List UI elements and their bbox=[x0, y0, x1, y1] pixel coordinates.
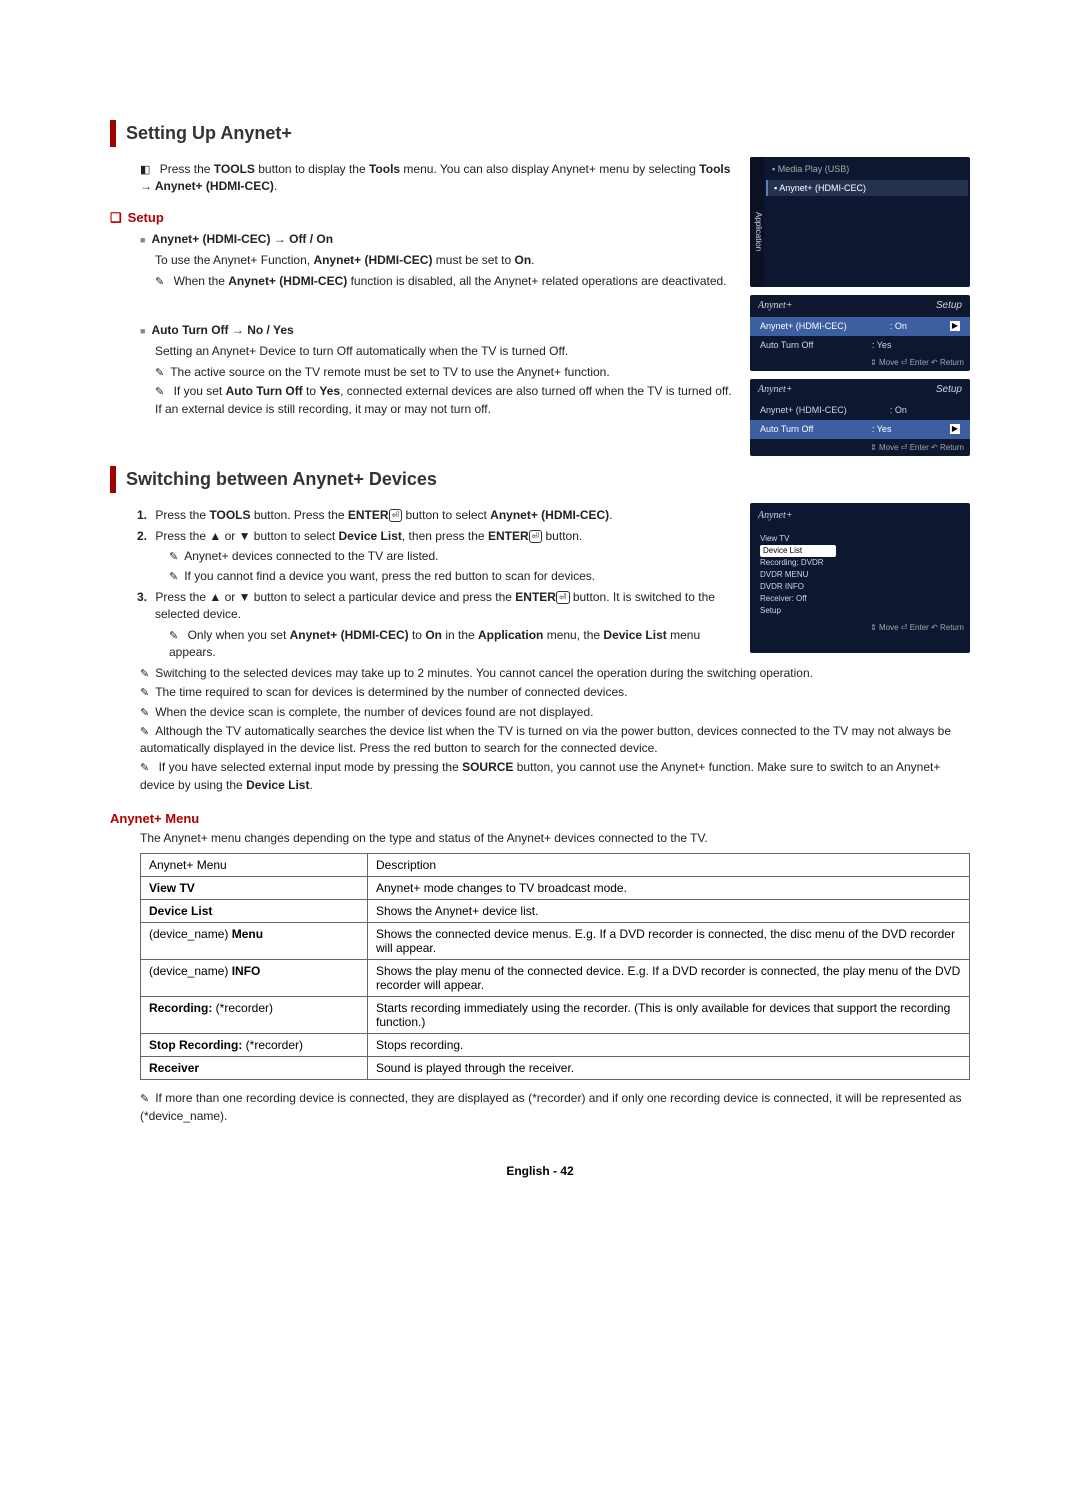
enter-icon: ⏎ bbox=[389, 509, 403, 522]
osd-setup-ato: Anynet+Setup Anynet+ (HDMI-CEC): On Auto… bbox=[750, 379, 970, 455]
osd-logo-2: Anynet+ bbox=[758, 383, 793, 397]
osd-application-menu: Application ▪ Media Play (USB) ▪ Anynet+… bbox=[750, 157, 970, 287]
anynet-menu-heading: Anynet+ Menu bbox=[110, 811, 970, 826]
table-cell-desc: Anynet+ mode changes to TV broadcast mod… bbox=[368, 877, 970, 900]
osd-dev-item: Setup bbox=[760, 605, 960, 617]
anynet-menu-footnote: If more than one recording device is con… bbox=[110, 1090, 970, 1124]
item-auto-off-note1: The active source on the TV remote must … bbox=[110, 364, 740, 381]
osd-dev-item: DVDR MENU bbox=[760, 569, 960, 581]
step-3: 3. Press the ▲ or ▼ button to select a p… bbox=[155, 589, 740, 623]
table-cell-menu: (device_name) Menu bbox=[141, 923, 368, 960]
table-cell-menu: (device_name) INFO bbox=[141, 960, 368, 997]
osd-anynet-row: ▪ Anynet+ (HDMI-CEC) bbox=[766, 180, 968, 197]
osd-row-cec-hl: Anynet+ (HDMI-CEC): On▶ bbox=[750, 317, 970, 336]
osd-row-ato: Auto Turn Off: Yes bbox=[750, 336, 970, 355]
osd-row-cec: Anynet+ (HDMI-CEC): On bbox=[750, 401, 970, 420]
switch-note-d: Although the TV automatically searches t… bbox=[110, 723, 970, 757]
item-cec-heading: Anynet+ (HDMI-CEC) → Off / On bbox=[110, 231, 740, 248]
osd-footer-nav-2: ⇕ Move ⏎ Enter ↶ Return bbox=[750, 439, 970, 456]
th-desc: Description bbox=[368, 854, 970, 877]
anynet-menu-table: Anynet+ Menu Description View TVAnynet+ … bbox=[140, 853, 970, 1080]
step-1: 1. Press the TOOLS button. Press the ENT… bbox=[155, 507, 740, 524]
table-cell-menu: Receiver bbox=[141, 1057, 368, 1080]
table-cell-desc: Stops recording. bbox=[368, 1034, 970, 1057]
table-cell-menu: Recording: (*recorder) bbox=[141, 997, 368, 1034]
table-row: (device_name) INFOShows the play menu of… bbox=[141, 960, 970, 997]
table-row: ReceiverSound is played through the rece… bbox=[141, 1057, 970, 1080]
enter-icon-3: ⏎ bbox=[556, 591, 570, 604]
item-auto-off-note2: If you set Auto Turn Off to Yes, connect… bbox=[110, 383, 740, 417]
item-cec-desc: To use the Anynet+ Function, Anynet+ (HD… bbox=[110, 252, 740, 269]
table-row: View TVAnynet+ mode changes to TV broadc… bbox=[141, 877, 970, 900]
osd-dev-item: DVDR INFO bbox=[760, 581, 960, 593]
page-footer: English - 42 bbox=[110, 1164, 970, 1178]
osd-logo: Anynet+ bbox=[758, 299, 793, 313]
switch-note-a: Switching to the selected devices may ta… bbox=[110, 665, 970, 682]
step2-note1: Anynet+ devices connected to the TV are … bbox=[155, 548, 740, 565]
osd-setup-cec: Anynet+Setup Anynet+ (HDMI-CEC): On▶ Aut… bbox=[750, 295, 970, 371]
switch-note-e: If you have selected external input mode… bbox=[110, 759, 970, 793]
step2-note2: If you cannot find a device you want, pr… bbox=[155, 568, 740, 585]
table-cell-menu: View TV bbox=[141, 877, 368, 900]
osd-footer-nav-3: ⇕ Move ⏎ Enter ↶ Return bbox=[750, 619, 970, 636]
table-header-row: Anynet+ Menu Description bbox=[141, 854, 970, 877]
table-row: Stop Recording: (*recorder)Stops recordi… bbox=[141, 1034, 970, 1057]
step-2: 2. Press the ▲ or ▼ button to select Dev… bbox=[155, 528, 740, 545]
table-cell-desc: Starts recording immediately using the r… bbox=[368, 997, 970, 1034]
table-cell-desc: Shows the play menu of the connected dev… bbox=[368, 960, 970, 997]
osd-footer-nav: ⇕ Move ⏎ Enter ↶ Return bbox=[750, 354, 970, 371]
table-cell-menu: Device List bbox=[141, 900, 368, 923]
osd-dev-item: View TV bbox=[760, 533, 960, 545]
enter-icon-2: ⏎ bbox=[529, 530, 543, 543]
osd-row-ato-hl: Auto Turn Off: Yes▶ bbox=[750, 420, 970, 439]
section-title-setting-up: Setting Up Anynet+ bbox=[110, 120, 970, 147]
setup-heading: Setup bbox=[110, 209, 740, 227]
osd-device-list: Anynet+ View TVDevice ListRecording: DVD… bbox=[750, 503, 970, 653]
anynet-menu-caption: The Anynet+ menu changes depending on th… bbox=[110, 830, 970, 847]
osd-dev-item: Device List bbox=[760, 545, 960, 557]
setting-up-intro: Press the TOOLS button to display the To… bbox=[110, 161, 740, 195]
table-cell-menu: Stop Recording: (*recorder) bbox=[141, 1034, 368, 1057]
osd-tab-application: Application bbox=[750, 157, 764, 287]
table-cell-desc: Sound is played through the receiver. bbox=[368, 1057, 970, 1080]
table-row: (device_name) MenuShows the connected de… bbox=[141, 923, 970, 960]
item-auto-off-desc: Setting an Anynet+ Device to turn Off au… bbox=[110, 343, 740, 360]
osd-dev-item: Recording: DVDR bbox=[760, 557, 960, 569]
osd-logo-3: Anynet+ bbox=[750, 503, 970, 529]
item-cec-note: When the Anynet+ (HDMI-CEC) function is … bbox=[110, 273, 740, 290]
th-menu: Anynet+ Menu bbox=[141, 854, 368, 877]
switch-note-b: The time required to scan for devices is… bbox=[110, 684, 970, 701]
table-cell-desc: Shows the connected device menus. E.g. I… bbox=[368, 923, 970, 960]
osd-dev-item: Receiver: Off bbox=[760, 593, 960, 605]
switch-note-c: When the device scan is complete, the nu… bbox=[110, 704, 970, 721]
table-cell-desc: Shows the Anynet+ device list. bbox=[368, 900, 970, 923]
table-row: Device ListShows the Anynet+ device list… bbox=[141, 900, 970, 923]
section-title-switching: Switching between Anynet+ Devices bbox=[110, 466, 970, 493]
step3-note: Only when you set Anynet+ (HDMI-CEC) to … bbox=[155, 627, 740, 661]
item-auto-off-heading: Auto Turn Off → No / Yes bbox=[110, 322, 740, 339]
table-row: Recording: (*recorder)Starts recording i… bbox=[141, 997, 970, 1034]
osd-media-play-row: ▪ Media Play (USB) bbox=[772, 163, 962, 176]
